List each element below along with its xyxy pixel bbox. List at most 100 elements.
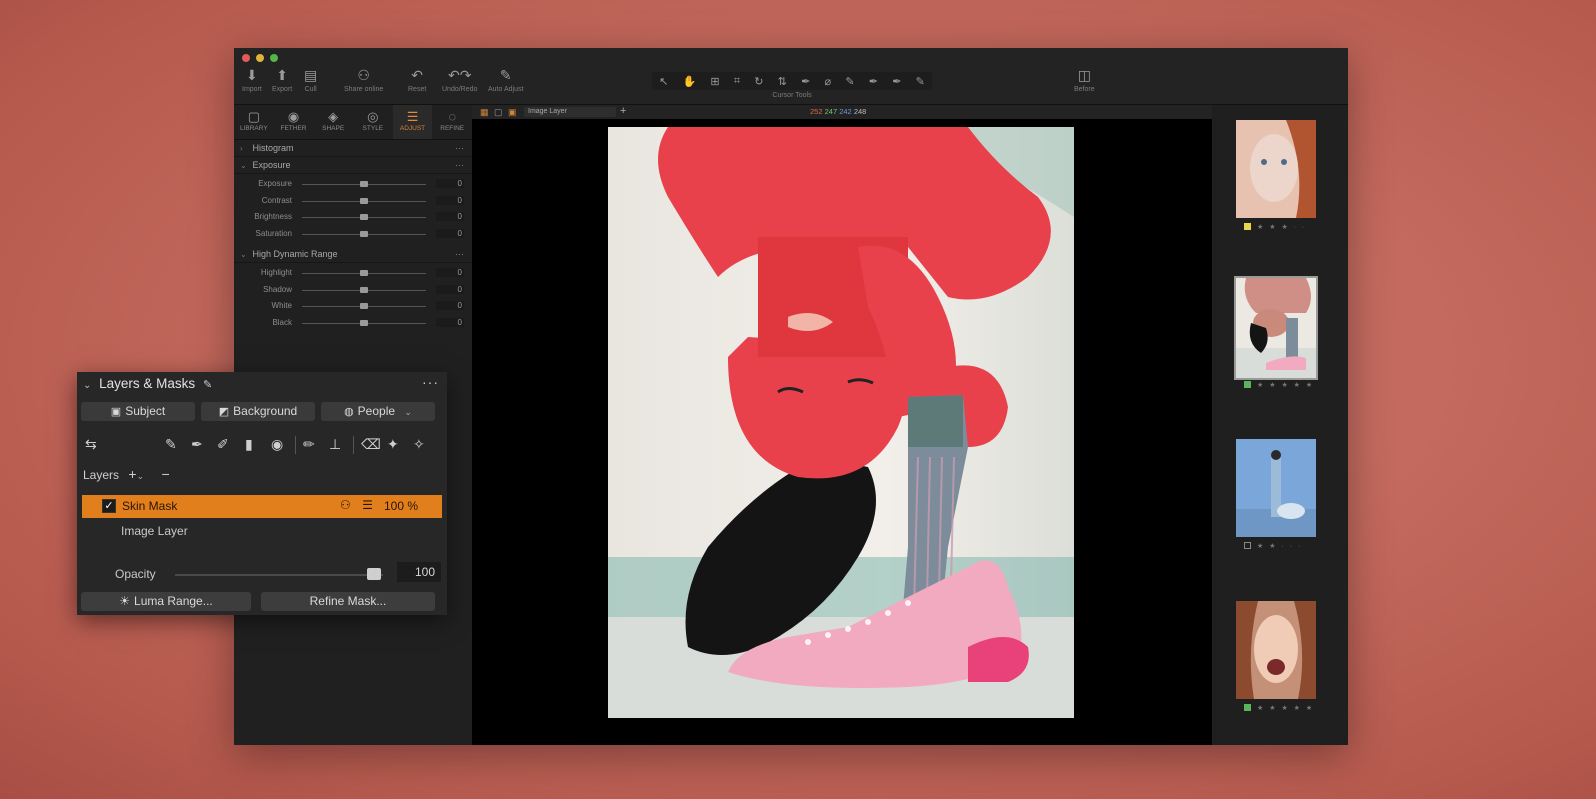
color-tag[interactable] bbox=[1244, 223, 1251, 230]
more-options-icon[interactable]: ··· bbox=[422, 374, 439, 390]
auto-adjust-button[interactable]: ✎ Auto Adjust bbox=[488, 66, 523, 93]
add-layer-icon[interactable]: + bbox=[620, 105, 626, 117]
people-dropdown[interactable]: ◍ People ⌄ bbox=[321, 402, 435, 421]
layer-name[interactable]: Skin Mask bbox=[122, 499, 177, 513]
slider-knob[interactable] bbox=[360, 181, 368, 187]
histogram-section-header[interactable]: › Histogram ··· bbox=[234, 140, 472, 157]
brush-icon[interactable]: ✎ bbox=[203, 379, 212, 391]
sliders-icon[interactable]: ⇆ bbox=[85, 436, 97, 453]
grid-view-icon[interactable]: ▦ bbox=[480, 107, 489, 118]
color-tag[interactable] bbox=[1244, 704, 1251, 711]
slider-contrast[interactable]: Contrast 0 bbox=[234, 193, 472, 210]
slider-knob[interactable] bbox=[360, 319, 368, 326]
before-button[interactable]: ◫ Before bbox=[1074, 66, 1095, 93]
brush-tool-icon[interactable]: ✒ bbox=[801, 75, 810, 88]
linear-gradient-icon[interactable]: ▮ bbox=[245, 436, 253, 453]
slider-value[interactable]: 0 bbox=[436, 179, 464, 188]
slider-knob[interactable] bbox=[360, 230, 368, 237]
hand-tool-icon[interactable]: ✋ bbox=[683, 75, 697, 88]
color-picker-tool-icon[interactable]: ✒ bbox=[892, 75, 901, 88]
opacity-slider-knob[interactable] bbox=[367, 568, 381, 580]
star-rating[interactable]: ★ ★ · · · bbox=[1257, 543, 1302, 550]
eraser-icon[interactable]: ⌫ bbox=[361, 436, 381, 453]
zoom-window-button[interactable] bbox=[270, 54, 278, 62]
slider-saturation[interactable]: Saturation 0 bbox=[234, 226, 472, 243]
star-rating[interactable]: ★ ★ ★ ★ ★ bbox=[1257, 382, 1314, 389]
brush-tool-icon[interactable]: ✎ bbox=[165, 436, 177, 453]
slider-value[interactable]: 0 bbox=[436, 228, 464, 238]
chevron-down-icon[interactable]: ⌄ bbox=[83, 380, 91, 391]
slider-white[interactable]: White 0 bbox=[234, 298, 472, 315]
adjustments-icon[interactable]: ☰ bbox=[362, 498, 373, 512]
thumbnail-4[interactable] bbox=[1236, 601, 1316, 699]
magic-eraser-icon[interactable]: ✦ bbox=[387, 436, 399, 453]
star-rating[interactable]: ★ ★ ★ · · bbox=[1257, 224, 1306, 231]
slider-knob[interactable] bbox=[360, 303, 368, 309]
thumbnail-3[interactable] bbox=[1236, 439, 1316, 537]
single-view-icon[interactable]: ▢ bbox=[494, 107, 503, 118]
export-button[interactable]: ⬆ Export bbox=[272, 66, 292, 93]
tab-fether[interactable]: ◉ FETHER bbox=[274, 105, 314, 139]
tab-adjust[interactable]: ☰ ADJUST bbox=[392, 105, 433, 139]
thumbnail-2-rating[interactable]: ★ ★ ★ ★ ★ bbox=[1244, 381, 1314, 389]
slider-knob[interactable] bbox=[360, 197, 368, 204]
slider-value[interactable]: 0 bbox=[436, 268, 464, 277]
thumbnail-2-selected[interactable] bbox=[1234, 276, 1318, 380]
minimize-window-button[interactable] bbox=[256, 54, 264, 62]
slider-knob[interactable] bbox=[360, 270, 368, 276]
pointer-tool-icon[interactable]: ↖ bbox=[659, 75, 668, 88]
ai-brush-icon[interactable]: ✐ bbox=[217, 436, 229, 453]
layer-row-selected[interactable]: ✓ Skin Mask ⚇ ☰ 100 % bbox=[82, 495, 442, 518]
mask-icon[interactable]: ⚇ bbox=[340, 498, 351, 512]
spot-tool-icon[interactable]: ⌀ bbox=[825, 75, 832, 88]
cull-button[interactable]: ▤ Cull bbox=[304, 66, 317, 93]
exposure-section-header[interactable]: ⌄ Exposure ··· bbox=[234, 157, 472, 174]
crop-tool-icon[interactable]: ⌗ bbox=[734, 75, 740, 88]
fill-mask-icon[interactable]: ✏ bbox=[303, 436, 315, 453]
color-tag[interactable] bbox=[1244, 381, 1251, 388]
share-online-button[interactable]: ⚇ Share online bbox=[344, 66, 383, 93]
thumbnail-4-rating[interactable]: ★ ★ ★ ★ ★ bbox=[1244, 704, 1314, 712]
thumbnail-1[interactable] bbox=[1236, 120, 1316, 218]
more-icon[interactable]: ··· bbox=[455, 246, 464, 262]
compare-view-icon[interactable]: ▣ bbox=[508, 107, 517, 118]
opacity-slider-track[interactable] bbox=[175, 574, 383, 576]
tab-style[interactable]: ◎ STYLE bbox=[353, 105, 393, 139]
background-button[interactable]: ◩ Background bbox=[201, 402, 315, 421]
slider-value[interactable]: 0 bbox=[436, 212, 464, 221]
refine-mask-button[interactable]: Refine Mask... bbox=[261, 592, 435, 611]
thumbnail-1-rating[interactable]: ★ ★ ★ · · bbox=[1244, 223, 1306, 231]
add-layer-icon[interactable]: + bbox=[128, 466, 136, 482]
thumbnail-3-rating[interactable]: ★ ★ · · · bbox=[1244, 542, 1302, 550]
slider-black[interactable]: Black 0 bbox=[234, 315, 472, 332]
slider-value[interactable]: 0 bbox=[436, 284, 464, 294]
tab-refine[interactable]: ◌ REFINE bbox=[432, 105, 472, 139]
layer-select[interactable]: Image Layer bbox=[524, 107, 616, 117]
annotate-tool-icon[interactable]: ✎ bbox=[916, 75, 925, 88]
rotate-tool-icon[interactable]: ↻ bbox=[754, 75, 763, 88]
more-icon[interactable]: ··· bbox=[455, 157, 464, 173]
gradient-tool-icon[interactable]: ✒ bbox=[869, 75, 878, 88]
radial-gradient-icon[interactable]: ◉ bbox=[271, 436, 283, 453]
color-tag[interactable] bbox=[1244, 542, 1251, 549]
magic-brush-icon[interactable]: ✒ bbox=[191, 436, 203, 453]
luma-range-button[interactable]: ☀ Luma Range... bbox=[81, 592, 251, 611]
hdr-section-header[interactable]: ⌄ High Dynamic Range ··· bbox=[234, 246, 472, 263]
loupe-tool-icon[interactable]: ⊞ bbox=[710, 75, 719, 88]
slider-highlight[interactable]: Highlight 0 bbox=[234, 265, 472, 282]
layers-masks-header[interactable]: ⌄ Layers & Masks ✎ bbox=[83, 376, 212, 391]
opacity-value-field[interactable]: 100 bbox=[397, 562, 441, 582]
main-photo[interactable] bbox=[608, 127, 1074, 718]
more-icon[interactable]: ··· bbox=[455, 140, 464, 156]
import-button[interactable]: ⬇ Import bbox=[242, 66, 262, 93]
layer-visibility-checkbox[interactable]: ✓ bbox=[102, 499, 116, 513]
undo-redo-button[interactable]: ↶↷ Undo/Redo bbox=[442, 66, 477, 93]
stamp-icon[interactable]: ⊥ bbox=[329, 436, 341, 453]
keystone-tool-icon[interactable]: ⇅ bbox=[778, 75, 787, 88]
slider-value[interactable]: 0 bbox=[436, 317, 464, 327]
chevron-down-icon[interactable]: ⌄ bbox=[137, 471, 145, 481]
tab-shape[interactable]: ◈ SHAPE bbox=[313, 105, 353, 139]
tab-library[interactable]: ▢ LIBRARY bbox=[234, 105, 274, 139]
slider-shadow[interactable]: Shadow 0 bbox=[234, 282, 472, 299]
slider-exposure[interactable]: Exposure 0 bbox=[234, 176, 472, 193]
